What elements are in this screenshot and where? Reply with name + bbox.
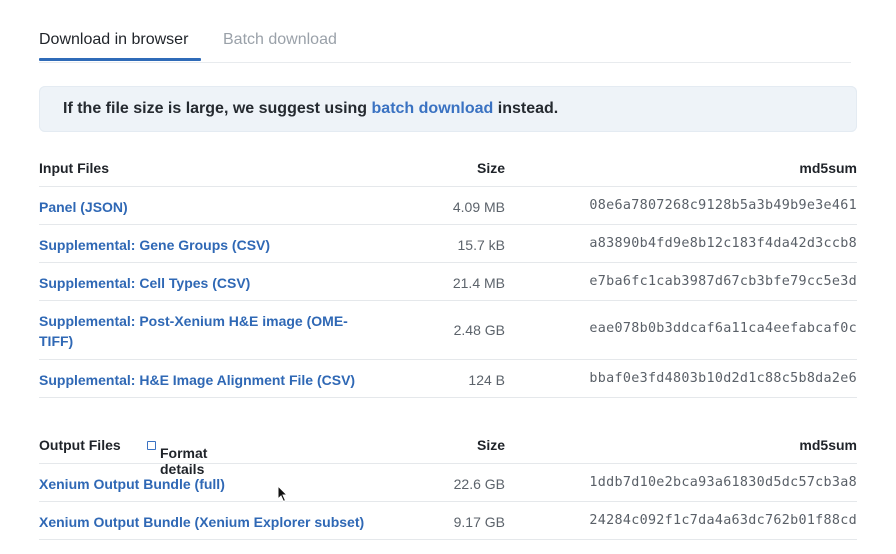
tab-download-in-browser[interactable]: Download in browser	[39, 30, 188, 50]
file-size: 9.17 GB	[453, 514, 505, 530]
output-files-header: Output Files Format details Size md5sum	[39, 429, 857, 477]
file-size: 2.48 GB	[453, 322, 505, 338]
file-link[interactable]: Supplemental: Gene Groups (CSV)	[39, 235, 270, 255]
table-row: Supplemental: Cell Types (CSV) 21.4 MB e…	[39, 263, 857, 301]
table-row: Supplemental: Gene Groups (CSV) 15.7 kB …	[39, 225, 857, 263]
file-md5: bbaf0e3fd4803b10d2d1c88c5b8da2e6	[589, 371, 857, 386]
table-row: Xenium Output Bundle (full) 22.6 GB 1ddb…	[39, 464, 857, 502]
file-size: 21.4 MB	[452, 275, 505, 291]
file-link[interactable]: Panel (JSON)	[39, 197, 128, 217]
tab-batch-download[interactable]: Batch download	[223, 30, 337, 50]
file-size: 4.09 MB	[452, 199, 505, 215]
notice-text: If the file size is large, we suggest us…	[63, 100, 558, 118]
file-md5: 1ddb7d10e2bca93a61830d5dc57cb3a8	[589, 475, 857, 490]
batch-download-link[interactable]: batch download	[372, 100, 494, 117]
file-md5: eae078b0b3ddcaf6a11ca4eefabcaf0c	[589, 321, 857, 336]
output-files-table: Output Files Format details Size md5sum …	[39, 429, 857, 540]
external-link-icon	[147, 441, 156, 450]
output-files-heading: Output Files	[39, 437, 121, 453]
file-md5: a83890b4fd9e8b12c183f4da42d3ccb8	[589, 236, 857, 251]
large-file-notice: If the file size is large, we suggest us…	[39, 86, 857, 132]
download-tabs: Download in browser Batch download	[39, 30, 851, 63]
download-panel: Download in browser Batch download If th…	[0, 0, 896, 554]
file-link[interactable]: Xenium Output Bundle (full)	[39, 474, 225, 494]
active-tab-indicator	[39, 58, 201, 61]
notice-text-after: instead.	[493, 100, 559, 117]
table-row: Panel (JSON) 4.09 MB 08e6a7807268c9128b5…	[39, 187, 857, 225]
size-column-header: Size	[476, 160, 505, 176]
input-files-heading: Input Files	[39, 160, 109, 176]
file-md5: 08e6a7807268c9128b5a3b49b9e3e461	[589, 198, 857, 213]
mouse-cursor-icon	[277, 485, 289, 503]
table-row: Supplemental: H&E Image Alignment File (…	[39, 360, 857, 398]
file-size: 15.7 kB	[457, 237, 505, 253]
file-link[interactable]: Supplemental: Cell Types (CSV)	[39, 273, 250, 293]
file-size: 124 B	[468, 372, 505, 388]
file-md5: 24284c092f1c7da4a63dc762b01f88cd	[589, 513, 857, 528]
notice-text-before: If the file size is large, we suggest us…	[63, 100, 372, 117]
input-files-table: Input Files Size md5sum Panel (JSON) 4.0…	[39, 152, 857, 398]
file-size: 22.6 GB	[453, 476, 505, 492]
file-link[interactable]: Xenium Output Bundle (Xenium Explorer su…	[39, 512, 364, 532]
md5-column-header: md5sum	[799, 437, 857, 453]
table-row: Xenium Output Bundle (Xenium Explorer su…	[39, 502, 857, 540]
file-md5: e7ba6fc1cab3987d67cb3bfe79cc5e3d	[589, 274, 857, 289]
file-link[interactable]: Supplemental: Post-Xenium H&E image (OME…	[39, 311, 379, 351]
format-details-link[interactable]: Format details	[147, 437, 207, 477]
input-files-header: Input Files Size md5sum	[39, 152, 857, 187]
md5-column-header: md5sum	[799, 160, 857, 176]
file-link[interactable]: Supplemental: H&E Image Alignment File (…	[39, 370, 355, 390]
table-row: Supplemental: Post-Xenium H&E image (OME…	[39, 301, 857, 360]
size-column-header: Size	[476, 437, 505, 453]
